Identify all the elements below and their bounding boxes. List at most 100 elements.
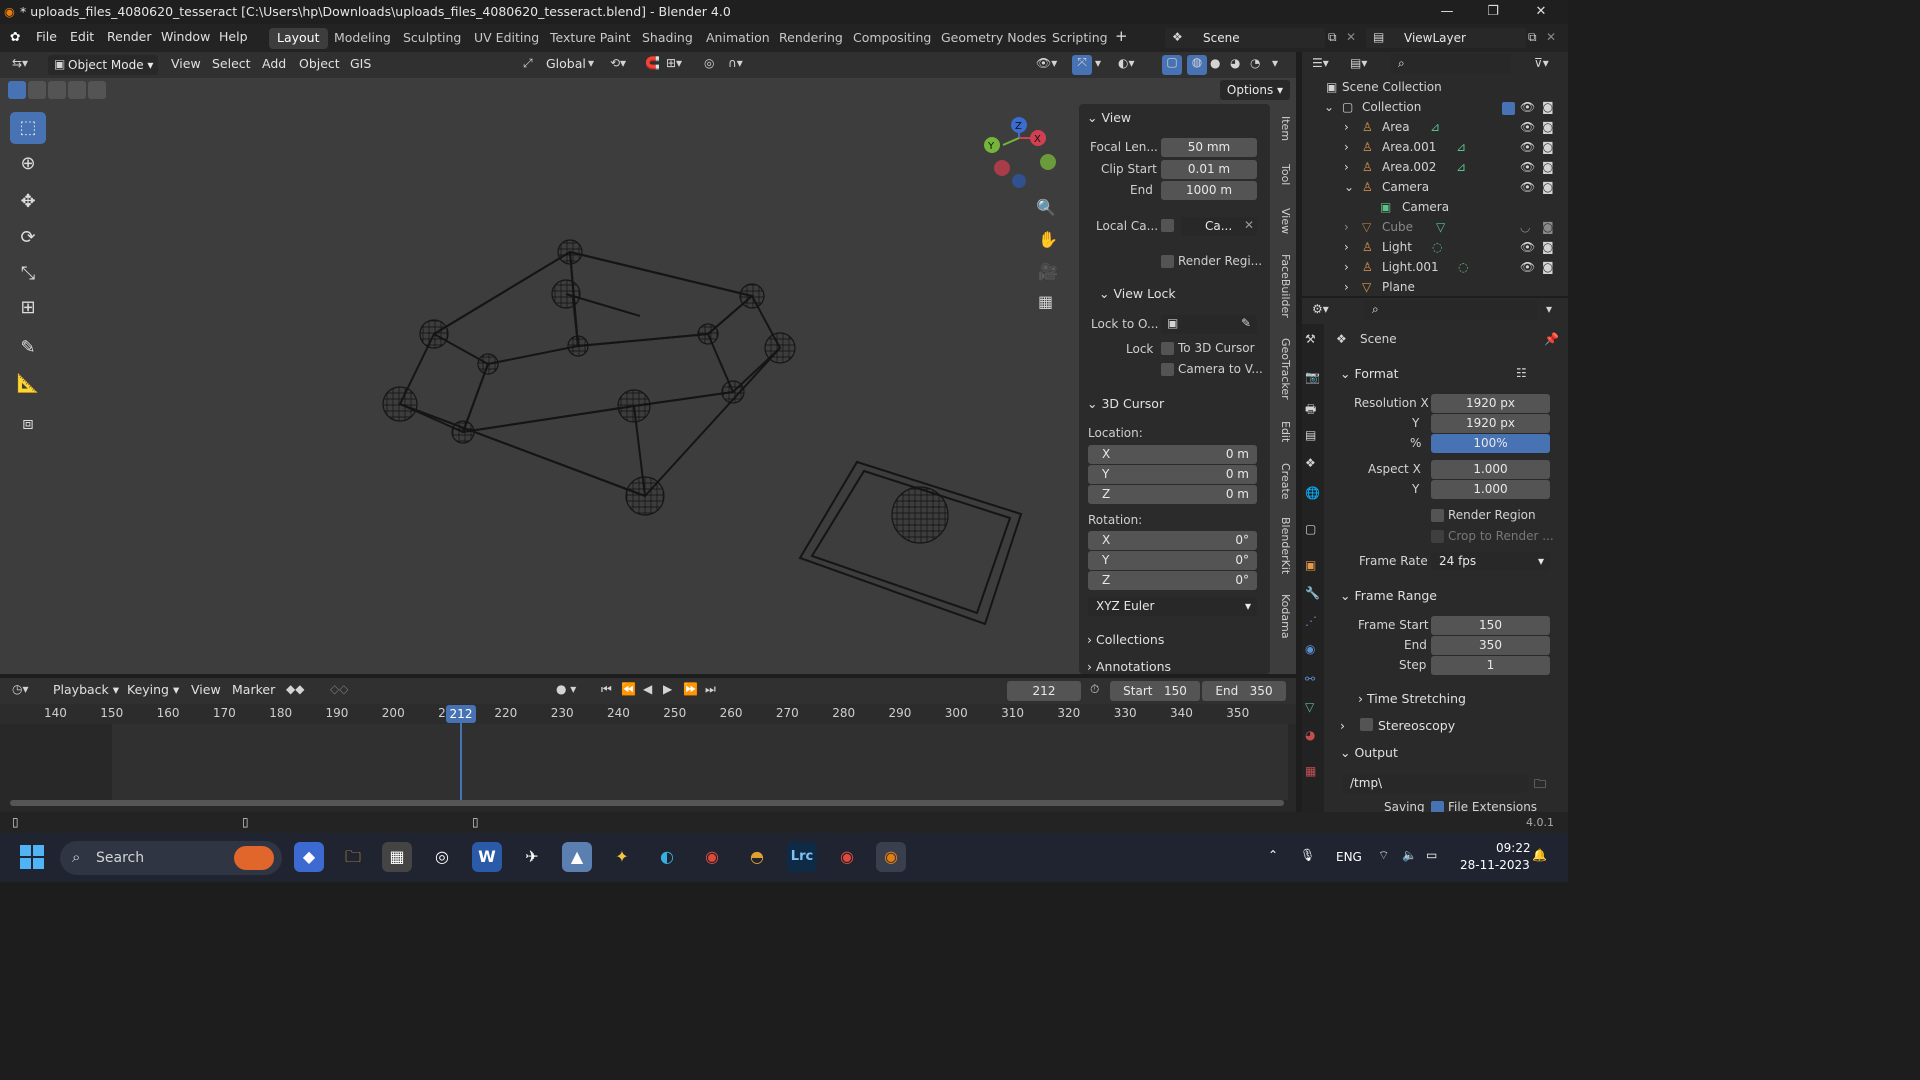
edge-icon[interactable]: ◐ <box>652 842 682 872</box>
outliner-item-area-002[interactable]: › ♙ Area.002 ⊿ 👁 ◙ <box>1302 160 1568 180</box>
properties-editor-icon[interactable]: ⚙▾ <box>1312 302 1329 316</box>
menu-file[interactable]: File <box>36 29 57 44</box>
overlay-icon[interactable]: ◐▾ <box>1118 56 1135 70</box>
cursor-rotation-z[interactable]: Z 0° <box>1088 571 1257 590</box>
camera-view-icon[interactable]: 🎥 <box>1038 262 1058 281</box>
camera-render-icon[interactable]: ◙ <box>1542 240 1554 254</box>
new-view-layer-icon[interactable]: ⧉ <box>1528 30 1537 45</box>
timeline-end-field[interactable]: End 350 <box>1202 681 1286 701</box>
particles-tab-icon[interactable]: ⋰ <box>1305 614 1317 628</box>
texture-tab-icon[interactable]: ▦ <box>1305 764 1316 778</box>
outliner-scene-collection[interactable]: ▣ Scene Collection <box>1302 80 1568 100</box>
word-icon[interactable]: W <box>472 842 502 872</box>
outliner-item-area-001[interactable]: › ♙ Area.001 ⊿ 👁 ◙ <box>1302 140 1568 160</box>
chevron-down-icon[interactable]: ▾ <box>588 56 594 70</box>
select-box-tool[interactable]: ⬚ <box>10 112 46 144</box>
timeline-editor-icon[interactable]: ◷▾ <box>12 682 29 696</box>
gizmo-toggle-icon[interactable]: ⤧ <box>1072 55 1092 75</box>
proportional-edit-icon[interactable]: ◎ <box>704 56 714 70</box>
camera-to-view-checkbox[interactable] <box>1161 363 1174 376</box>
sidebar-tab-facebuilder[interactable]: FaceBuilder <box>1274 252 1292 320</box>
scene-tab-icon[interactable]: ❖ <box>1305 456 1316 470</box>
outliner-item-light[interactable]: › ♙ Light ◌ 👁 ◙ <box>1302 240 1568 260</box>
constraints-tab-icon[interactable]: ⚯ <box>1305 672 1315 686</box>
next-keyframe-icon[interactable]: ⏩ <box>683 682 698 696</box>
camera-render-icon[interactable]: ◙ <box>1542 140 1554 154</box>
frame-rate-dropdown[interactable]: 24 fps ▾ <box>1431 552 1550 571</box>
rotation-mode-dropdown[interactable]: XYZ Euler ▾ <box>1088 597 1257 616</box>
blender-taskbar-icon[interactable]: ◉ <box>876 842 906 872</box>
lightroom-icon[interactable]: Lrc <box>787 842 817 872</box>
outliner-search-input[interactable]: ⌕ <box>1390 54 1510 74</box>
time-stretching-section-header[interactable]: › Time Stretching <box>1358 691 1466 706</box>
prev-keyframe-icon[interactable]: ⏪ <box>621 682 636 696</box>
render-region-checkbox[interactable] <box>1161 255 1174 268</box>
cursor-rotation-x[interactable]: X 0° <box>1088 531 1257 550</box>
add-cube-tool[interactable]: ⧈ <box>10 408 46 440</box>
eye-icon[interactable]: 👁 <box>1520 140 1535 154</box>
output-section-header[interactable]: ⌄ Output <box>1340 745 1398 760</box>
wireframe-shading-icon[interactable]: ◍ <box>1187 55 1207 75</box>
annotate-tool[interactable]: ✎ <box>10 332 46 364</box>
local-camera-checkbox[interactable] <box>1161 219 1174 232</box>
photos-icon[interactable]: ▲ <box>562 842 592 872</box>
keyframe-icon[interactable]: ◆◆ <box>286 682 304 696</box>
keyframe-insert-icon[interactable]: ◇◇ <box>330 682 348 696</box>
frame-end-field[interactable]: 350 <box>1431 636 1550 655</box>
sidebar-tab-geotracker[interactable]: GeoTracker <box>1274 336 1292 402</box>
cursor-location-x[interactable]: X0 m <box>1088 445 1257 464</box>
select-intersect-icon[interactable] <box>88 81 106 99</box>
clip-end-field[interactable]: 1000 m <box>1161 181 1257 200</box>
sidebar-tab-create[interactable]: Create <box>1274 460 1292 502</box>
menu-edit[interactable]: Edit <box>70 29 94 44</box>
select-subtract-icon[interactable] <box>48 81 66 99</box>
menu-help[interactable]: Help <box>219 29 248 44</box>
cursor-rotation-y[interactable]: Y 0° <box>1088 551 1257 570</box>
obs-icon[interactable]: ◎ <box>427 842 457 872</box>
clock-date[interactable]: 28-11-2023 <box>1460 858 1530 872</box>
move-tool[interactable]: ✥ <box>10 186 46 218</box>
outliner-item-plane[interactable]: › ▽ Plane <box>1302 280 1568 296</box>
menu-window[interactable]: Window <box>161 29 210 44</box>
clock-time[interactable]: 09:22 <box>1496 841 1531 855</box>
tab-modeling[interactable]: Modeling <box>326 28 399 49</box>
scene-selector[interactable]: Scene <box>1165 28 1325 48</box>
eye-icon[interactable]: 👁 <box>1520 100 1535 114</box>
frame-step-field[interactable]: 1 <box>1431 656 1550 675</box>
focal-length-field[interactable]: 50 mm <box>1161 138 1257 157</box>
viewport-menu-object[interactable]: Object <box>299 56 340 71</box>
playhead-frame[interactable]: 212 <box>446 705 476 723</box>
view-layer-selector[interactable]: ViewLayer <box>1366 28 1526 48</box>
select-invert-icon[interactable] <box>68 81 86 99</box>
blender-menu-icon[interactable]: ✿ <box>10 29 20 44</box>
outliner-collection[interactable]: ⌄ ▢ Collection 👁 ◙ <box>1302 100 1568 120</box>
outliner-item-light-001[interactable]: › ♙ Light.001 ◌ 👁 ◙ <box>1302 260 1568 280</box>
outliner-item-camera-data[interactable]: ▣ Camera <box>1302 200 1568 220</box>
transform-orientation[interactable]: Global <box>546 56 586 71</box>
physics-tab-icon[interactable]: ◉ <box>1305 642 1315 656</box>
snap-icon[interactable]: 🧲 <box>645 56 660 70</box>
annotations-section-header[interactable]: › Annotations <box>1087 659 1171 674</box>
sidebar-tab-blenderkit[interactable]: BlenderKit <box>1274 516 1292 576</box>
pin-icon[interactable]: 📌 <box>1544 332 1559 346</box>
delete-scene-icon[interactable]: ✕ <box>1346 30 1356 44</box>
eye-icon[interactable]: 👁 <box>1520 120 1535 134</box>
tool-tab-icon[interactable]: ⚒ <box>1305 332 1316 346</box>
tab-layout[interactable]: Layout <box>269 28 328 49</box>
stereoscopy-section-header[interactable]: › <box>1340 718 1345 733</box>
perspective-grid-icon[interactable]: ▦ <box>1038 292 1053 311</box>
language-indicator[interactable]: ENG <box>1336 850 1362 864</box>
tab-geometry-nodes[interactable]: Geometry Nodes <box>933 28 1054 49</box>
tab-scripting[interactable]: Scripting <box>1044 28 1116 49</box>
zoom-icon[interactable]: 🔍 <box>1036 198 1056 217</box>
chevron-up-icon[interactable]: ⌃ <box>1268 848 1278 862</box>
object-tab-icon[interactable]: ▣ <box>1305 558 1316 572</box>
timeline-start-field[interactable]: Start 150 <box>1110 681 1200 701</box>
chevron-down-icon[interactable]: ▾ <box>1272 56 1278 70</box>
3d-cursor-section-header[interactable]: ⌄ 3D Cursor <box>1087 396 1164 411</box>
sidebar-tab-item[interactable]: Item <box>1274 112 1292 146</box>
chrome-canary-icon[interactable]: ◉ <box>832 842 862 872</box>
tab-compositing[interactable]: Compositing <box>845 28 939 49</box>
view-layer-tab-icon[interactable]: ▤ <box>1305 428 1316 442</box>
viewport-menu-add[interactable]: Add <box>262 56 286 71</box>
